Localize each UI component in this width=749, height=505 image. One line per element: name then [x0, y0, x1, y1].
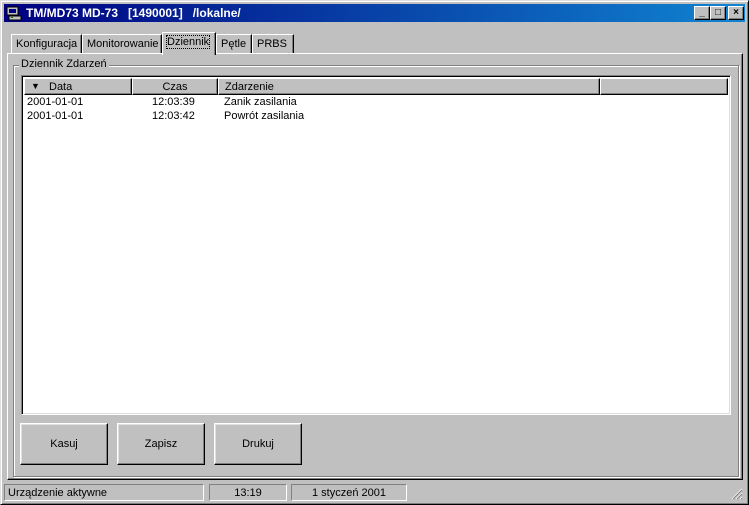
table-row[interactable]: 2001-01-01 12:03:39 Zanik zasilania: [24, 96, 728, 110]
save-log-button[interactable]: Zapisz: [117, 423, 205, 465]
clear-log-button[interactable]: Kasuj: [20, 423, 108, 465]
tab-label: Pętle: [221, 38, 247, 50]
status-clock: 13:19: [209, 484, 287, 501]
cell-event: Powrót zasilania: [224, 110, 305, 122]
column-label: Czas: [162, 81, 188, 93]
cell-time: 12:03:39: [152, 96, 195, 108]
sort-down-icon: ▼: [31, 81, 40, 91]
window-title: TM/MD73 MD-73 [1490001] /lokalne/: [26, 6, 241, 20]
event-log-list[interactable]: ▼ Data Czas Zdarzenie 2001-01-01 12:03:3…: [21, 75, 731, 415]
cell-date: 2001-01-01: [27, 110, 84, 122]
title-bar[interactable]: TM/MD73 MD-73 [1490001] /lokalne/ _ □ ×: [4, 4, 745, 22]
tab-dziennik[interactable]: Dziennik: [162, 32, 216, 55]
column-header-time[interactable]: Czas: [132, 78, 218, 95]
tab-label: Monitorowanie: [87, 38, 159, 50]
column-label: Zdarzenie: [225, 81, 274, 93]
tab-petle[interactable]: Pętle: [216, 34, 252, 53]
list-header: ▼ Data Czas Zdarzenie: [24, 78, 728, 95]
group-title: Dziennik Zdarzeń: [19, 58, 109, 70]
print-log-button[interactable]: Drukuj: [214, 423, 302, 465]
close-button[interactable]: ×: [728, 6, 744, 20]
resize-grip-icon[interactable]: [731, 488, 743, 500]
table-row[interactable]: 2001-01-01 12:03:42 Powrót zasilania: [24, 110, 728, 124]
status-bar: Urządzenie aktywne 13:19 1 styczeń 2001: [4, 484, 745, 502]
minimize-button[interactable]: _: [694, 6, 710, 20]
tab-label: PRBS: [257, 38, 287, 50]
tab-label: Dziennik: [165, 35, 211, 49]
app-window: TM/MD73 MD-73 [1490001] /lokalne/ _ □ × …: [0, 0, 749, 505]
column-header-event[interactable]: Zdarzenie: [218, 78, 600, 95]
maximize-button[interactable]: □: [710, 6, 726, 20]
status-device-state: Urządzenie aktywne: [4, 484, 204, 501]
cell-date: 2001-01-01: [27, 96, 84, 108]
tab-monitorowanie[interactable]: Monitorowanie: [82, 34, 162, 53]
cell-time: 12:03:42: [152, 110, 195, 122]
column-header-date[interactable]: ▼ Data: [24, 78, 132, 95]
tab-konfiguracja[interactable]: Konfiguracja: [11, 34, 82, 53]
cell-event: Zanik zasilania: [224, 96, 297, 108]
column-header-extra[interactable]: [600, 78, 728, 95]
status-date: 1 styczeń 2001: [291, 484, 407, 501]
tab-label: Konfiguracja: [16, 38, 78, 50]
tab-prbs[interactable]: PRBS: [252, 34, 294, 53]
app-icon: [6, 5, 22, 21]
